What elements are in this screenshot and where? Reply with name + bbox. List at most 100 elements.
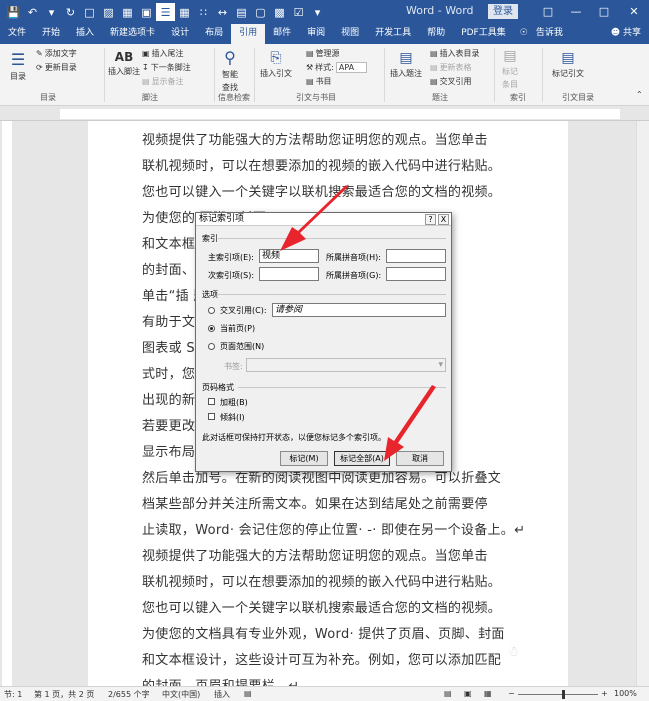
mark-citation-button[interactable]: ▤ 标记引文 <box>552 50 584 79</box>
more-icon[interactable]: ▾ <box>308 3 327 21</box>
update-toc-label: 更新目录 <box>44 63 77 72</box>
insert-endnote-label: 插入尾注 <box>151 49 184 58</box>
italic-checkbox[interactable] <box>208 413 215 420</box>
cross-reference-label: 交叉引用(C): <box>220 306 267 315</box>
expand-icon[interactable]: ↔ <box>213 3 232 21</box>
image-icon[interactable]: ▩ <box>270 3 289 21</box>
sub-entry-input[interactable] <box>259 267 319 281</box>
zoom-slider[interactable] <box>518 694 598 695</box>
bookmark-select[interactable]: ▾ <box>246 358 446 372</box>
tab-developer[interactable]: 开发工具 <box>367 24 419 44</box>
cancel-button[interactable]: 取消 <box>396 451 444 466</box>
mark-all-button[interactable]: 标记全部(A) <box>334 451 390 466</box>
tab-mailings[interactable]: 邮件 <box>265 24 299 44</box>
zoom-out-icon[interactable]: − <box>508 689 515 698</box>
tab-help[interactable]: 帮助 <box>419 24 453 44</box>
vertical-scrollbar[interactable] <box>636 121 649 686</box>
dialog-title: 标记索引项 <box>199 214 245 224</box>
sub-pinyin-input[interactable] <box>386 267 446 281</box>
bold-checkbox[interactable] <box>208 398 215 405</box>
vertical-ruler[interactable] <box>0 121 14 686</box>
cross-reference-input[interactable]: 请参阅 <box>272 303 446 317</box>
tab-review[interactable]: 审阅 <box>299 24 333 44</box>
checkbox-icon[interactable]: ☑ <box>289 3 308 21</box>
tab-file[interactable]: 文件 <box>0 24 34 44</box>
tab-pdf-tools[interactable]: PDF工具集 <box>453 24 514 44</box>
macro-icon[interactable]: ▤ <box>244 689 252 698</box>
update-toc-button[interactable]: ⟳ 更新目录 <box>36 62 77 73</box>
next-footnote-button[interactable]: ↧ 下一条脚注 <box>142 62 191 73</box>
options-group-label: 选项 <box>202 290 218 299</box>
tab-layout[interactable]: 布局 <box>197 24 231 44</box>
insert-footnote-button[interactable]: AB 插入脚注 <box>108 50 140 77</box>
insert-endnote-button[interactable]: ▣ 插入尾注 <box>142 48 184 59</box>
word-count[interactable]: 2/655 个字 <box>108 689 150 700</box>
bibliography-button[interactable]: ▤ 书目 <box>306 76 332 87</box>
ribbon-display-icon[interactable]: □ <box>534 0 562 24</box>
zoom-level[interactable]: 100% <box>614 689 637 698</box>
add-text-button[interactable]: ✎ 添加文字 <box>36 48 77 59</box>
manage-sources-button[interactable]: ▤ 管理源 <box>306 48 340 59</box>
cross-reference-radio[interactable] <box>208 307 215 314</box>
page-indicator[interactable]: 第 1 页，共 2 页 <box>34 689 94 700</box>
section-indicator[interactable]: 节: 1 <box>4 689 22 700</box>
dropdown-icon[interactable]: ▾ <box>42 3 61 21</box>
new-doc-icon[interactable]: □ <box>80 3 99 21</box>
window-icon[interactable]: ▣ <box>137 3 156 21</box>
columns-icon[interactable]: ∷ <box>194 3 213 21</box>
tab-home[interactable]: 开始 <box>34 24 68 44</box>
undo-icon[interactable]: ↶ <box>23 3 42 21</box>
cross-reference-button[interactable]: ▤ 交叉引用 <box>430 76 472 87</box>
minimize-icon[interactable]: — <box>562 0 590 24</box>
table-icon[interactable]: ▦ <box>175 3 194 21</box>
zoom-in-icon[interactable]: + <box>601 689 608 698</box>
insert-citation-button[interactable]: ⎘ 插入引文 <box>260 50 292 79</box>
insert-caption-label: 插入题注 <box>390 69 422 78</box>
doc-line: 的封面、页眉和提要栏。↵ <box>142 675 300 686</box>
open-folder-icon[interactable]: ▨ <box>99 3 118 21</box>
language-indicator[interactable]: 中文(中国) <box>162 689 200 700</box>
login-button[interactable]: 登录 <box>488 4 518 19</box>
help-icon[interactable]: ? <box>425 214 436 225</box>
share-button[interactable]: ☻ 共享 <box>603 24 649 44</box>
zoom-slider-handle[interactable] <box>562 690 565 699</box>
mark-button[interactable]: 标记(M) <box>280 451 328 466</box>
update-table-icon: ▤ <box>430 63 438 72</box>
close-icon[interactable]: X <box>438 214 449 225</box>
mark-entry-button[interactable]: ▤ 标记 条目 <box>502 48 518 90</box>
update-table-button[interactable]: ▤ 更新表格 <box>430 62 472 73</box>
tell-me-search[interactable]: 告诉我 <box>536 24 571 44</box>
print-preview-icon[interactable]: ▦ <box>118 3 137 21</box>
main-pinyin-input[interactable] <box>386 249 446 263</box>
tab-new-tab[interactable]: 新建选项卡 <box>102 24 163 44</box>
page-range-radio[interactable] <box>208 343 215 350</box>
shape-icon[interactable]: ▢ <box>251 3 270 21</box>
citation-style-select[interactable]: ⚒ 样式: APA <box>306 62 368 73</box>
horizontal-ruler[interactable] <box>0 107 649 121</box>
tab-references[interactable]: 引用 <box>231 24 266 44</box>
group-divider <box>218 238 446 239</box>
insert-table-of-figures-button[interactable]: ▤ 插入表目录 <box>430 48 480 59</box>
document-view-icon[interactable]: ☰ <box>156 3 175 21</box>
web-layout-icon[interactable]: ▦ <box>484 689 492 698</box>
insert-mode[interactable]: 插入 <box>214 689 230 700</box>
collapse-ribbon-icon[interactable]: ⌃ <box>636 90 643 99</box>
read-mode-icon[interactable]: ▤ <box>444 689 452 698</box>
mark-index-entry-dialog: 标记索引项 ? X 索引 主索引项(E): 视频 所属拼音项(H): 次索引项(… <box>195 212 452 472</box>
maximize-icon[interactable]: □ <box>590 0 618 24</box>
tab-insert[interactable]: 插入 <box>68 24 102 44</box>
insert-caption-button[interactable]: ▤ 插入题注 <box>390 50 422 79</box>
redo-icon[interactable]: ↻ <box>61 3 80 21</box>
smart-lookup-button[interactable]: ⚲ 智能 查找 <box>222 48 238 93</box>
current-page-radio[interactable] <box>208 325 215 332</box>
tab-design[interactable]: 设计 <box>163 24 197 44</box>
save-icon[interactable]: 💾 <box>4 3 23 21</box>
close-icon[interactable]: ✕ <box>620 0 648 24</box>
ruler-icon[interactable]: ▤ <box>232 3 251 21</box>
tab-view[interactable]: 视图 <box>333 24 367 44</box>
mark-citation-label: 标记引文 <box>552 69 584 78</box>
print-layout-icon[interactable]: ▣ <box>464 689 472 698</box>
show-notes-button[interactable]: ▤ 显示备注 <box>142 76 184 87</box>
toc-button[interactable]: ☰ 目录 <box>10 50 26 82</box>
main-entry-input[interactable]: 视频 <box>259 249 319 263</box>
